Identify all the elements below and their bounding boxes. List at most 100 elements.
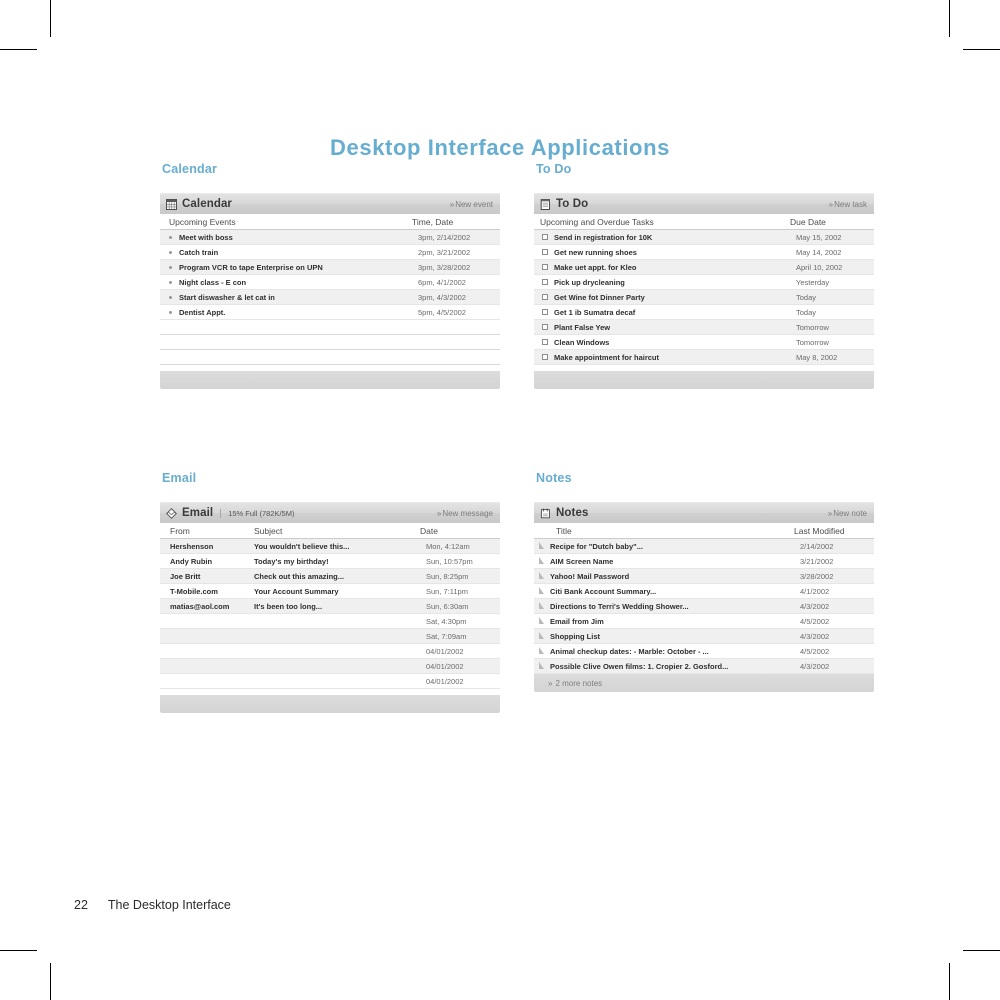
table-row[interactable]: [160, 335, 500, 350]
todo-task-due: Tomorrow: [796, 322, 829, 332]
calendar-event-title: Catch train: [179, 247, 219, 257]
todo-checkbox[interactable]: [542, 309, 548, 315]
todo-checkbox[interactable]: [542, 339, 548, 345]
table-row[interactable]: matias@aol.com It's been too long... Sun…: [160, 599, 500, 614]
todo-task-title: Plant False Yew: [554, 322, 611, 332]
table-row[interactable]: Sat, 7:09am: [160, 629, 500, 644]
calendar-col-time-date: Time, Date: [412, 216, 454, 227]
notes-col-last-modified: Last Modified: [794, 525, 845, 536]
table-row[interactable]: 04/01/2002: [160, 674, 500, 689]
table-row[interactable]: Dentist Appt. 5pm, 4/5/2002: [160, 305, 500, 320]
todo-task-due: Tomorrow: [796, 337, 829, 347]
table-row[interactable]: Shopping List 4/3/2002: [534, 629, 874, 644]
email-from: Andy Rubin: [170, 556, 213, 566]
email-col-from: From: [170, 525, 190, 536]
table-row[interactable]: Recipe for "Dutch baby"... 2/14/2002: [534, 539, 874, 554]
email-app-panel: Email 15% Full (782K/5M) » New message Fr…: [160, 502, 500, 713]
todo-checkbox[interactable]: [542, 354, 548, 360]
table-row[interactable]: [160, 320, 500, 335]
email-new-message-link[interactable]: » New message: [437, 509, 493, 518]
table-row[interactable]: Citi Bank Account Summary... 4/1/2002: [534, 584, 874, 599]
email-footer-bar[interactable]: [160, 695, 500, 713]
todo-checkbox[interactable]: [542, 264, 548, 270]
table-row[interactable]: Possible Clive Owen films: 1. Cropier 2.…: [534, 659, 874, 674]
table-row[interactable]: Hershenson You wouldn't believe this... …: [160, 539, 500, 554]
crop-mark-bottom-right-horizontal: [963, 950, 1000, 951]
todo-checkbox[interactable]: [542, 324, 548, 330]
table-row[interactable]: Make appointment for haircut May 8, 2002: [534, 350, 874, 365]
calendar-rows: Meet with boss 3pm, 2/14/2002 Catch trai…: [160, 230, 500, 365]
todo-task-due: April 10, 2002: [796, 262, 843, 272]
calendar-new-event-link[interactable]: » New event: [450, 200, 493, 209]
table-row[interactable]: Meet with boss 3pm, 2/14/2002: [160, 230, 500, 245]
table-row[interactable]: Yahoo! Mail Password 3/28/2002: [534, 569, 874, 584]
table-row[interactable]: Sat, 4:30pm: [160, 614, 500, 629]
table-row[interactable]: Animal checkup dates: - Marble: October …: [534, 644, 874, 659]
note-dogear-icon: [539, 601, 544, 609]
note-modified: 4/3/2002: [800, 601, 830, 611]
todo-rows: Send in registration for 10K May 15, 200…: [534, 230, 874, 365]
notes-new-note-link[interactable]: » New note: [828, 509, 867, 518]
table-row[interactable]: Start diswasher & let cat in 3pm, 4/3/20…: [160, 290, 500, 305]
section-label-calendar: Calendar: [162, 162, 218, 176]
email-storage-meta: 15% Full (782K/5M): [220, 508, 294, 518]
table-row[interactable]: Night class - E con 6pm, 4/1/2002: [160, 275, 500, 290]
todo-app-name: To Do: [556, 198, 589, 210]
table-row[interactable]: Get 1 ib Sumatra decaf Today: [534, 305, 874, 320]
table-row[interactable]: Clean Windows Tomorrow: [534, 335, 874, 350]
note-modified: 4/1/2002: [800, 586, 830, 596]
crop-mark-top-left-vertical: [50, 0, 51, 37]
todo-task-due: May 14, 2002: [796, 247, 842, 257]
table-row[interactable]: Catch train 2pm, 3/21/2002: [160, 245, 500, 260]
table-row[interactable]: Pick up drycleaning Yesterday: [534, 275, 874, 290]
todo-section: To Do To Do » New task Upcoming and Overd…: [534, 162, 874, 389]
todo-footer-bar[interactable]: [534, 371, 874, 389]
notes-column-headers: Title Last Modified: [534, 523, 874, 539]
todo-checkbox[interactable]: [542, 279, 548, 285]
note-title: Directions to Terri's Wedding Shower...: [550, 601, 689, 611]
note-dogear-icon: [539, 631, 544, 639]
notes-section: Notes Notes » New note Title Last Modifie…: [534, 471, 874, 692]
table-row[interactable]: T-Mobile.com Your Account Summary Sun, 7…: [160, 584, 500, 599]
chapter-title: The Desktop Interface: [107, 898, 231, 912]
todo-column-headers: Upcoming and Overdue Tasks Due Date: [534, 214, 874, 230]
table-row[interactable]: Andy Rubin Today's my birthday! Sun, 10:…: [160, 554, 500, 569]
todo-task-title: Pick up drycleaning: [554, 277, 625, 287]
note-dogear-icon: [539, 556, 544, 564]
crop-mark-top-right-vertical: [949, 0, 950, 37]
email-date: 04/01/2002: [426, 661, 464, 671]
notes-titlebar: Notes » New note: [534, 502, 874, 523]
calendar-event-title: Meet with boss: [179, 232, 233, 242]
notes-more-notes-link[interactable]: » 2 more notes: [534, 674, 874, 692]
todo-checkbox[interactable]: [542, 294, 548, 300]
email-subject: It's been too long...: [254, 601, 323, 611]
table-row[interactable]: Get Wine fot Dinner Party Today: [534, 290, 874, 305]
checklist-page-icon: [540, 198, 551, 210]
table-row[interactable]: Joe Britt Check out this amazing... Sun,…: [160, 569, 500, 584]
calendar-footer-bar[interactable]: [160, 371, 500, 389]
note-modified: 4/3/2002: [800, 631, 830, 641]
table-row[interactable]: Email from Jim 4/5/2002: [534, 614, 874, 629]
calendar-app-panel: Calendar » New event Upcoming Events Time…: [160, 193, 500, 389]
event-bullet-icon: [169, 280, 172, 284]
table-row[interactable]: 04/01/2002: [160, 644, 500, 659]
note-title: Email from Jim: [550, 616, 604, 626]
table-row[interactable]: Get new running shoes May 14, 2002: [534, 245, 874, 260]
todo-task-title: Make uet appt. for Kleo: [554, 262, 637, 272]
note-modified: 4/3/2002: [800, 661, 830, 671]
table-row[interactable]: Program VCR to tape Enterprise on UPN 3p…: [160, 260, 500, 275]
todo-checkbox[interactable]: [542, 234, 548, 240]
notes-app-panel: Notes » New note Title Last Modified Reci…: [534, 502, 874, 692]
table-row[interactable]: Plant False Yew Tomorrow: [534, 320, 874, 335]
table-row[interactable]: Make uet appt. for Kleo April 10, 2002: [534, 260, 874, 275]
table-row[interactable]: AIM Screen Name 3/21/2002: [534, 554, 874, 569]
todo-task-title: Get 1 ib Sumatra decaf: [554, 307, 636, 317]
table-row[interactable]: 04/01/2002: [160, 659, 500, 674]
calendar-section: Calendar Calendar » New event Upcoming Ev…: [160, 162, 500, 389]
table-row[interactable]: Directions to Terri's Wedding Shower... …: [534, 599, 874, 614]
todo-checkbox[interactable]: [542, 249, 548, 255]
table-row[interactable]: Send in registration for 10K May 15, 200…: [534, 230, 874, 245]
table-row[interactable]: [160, 350, 500, 365]
todo-new-task-link[interactable]: » New task: [829, 200, 867, 209]
note-modified: 3/28/2002: [800, 571, 834, 581]
